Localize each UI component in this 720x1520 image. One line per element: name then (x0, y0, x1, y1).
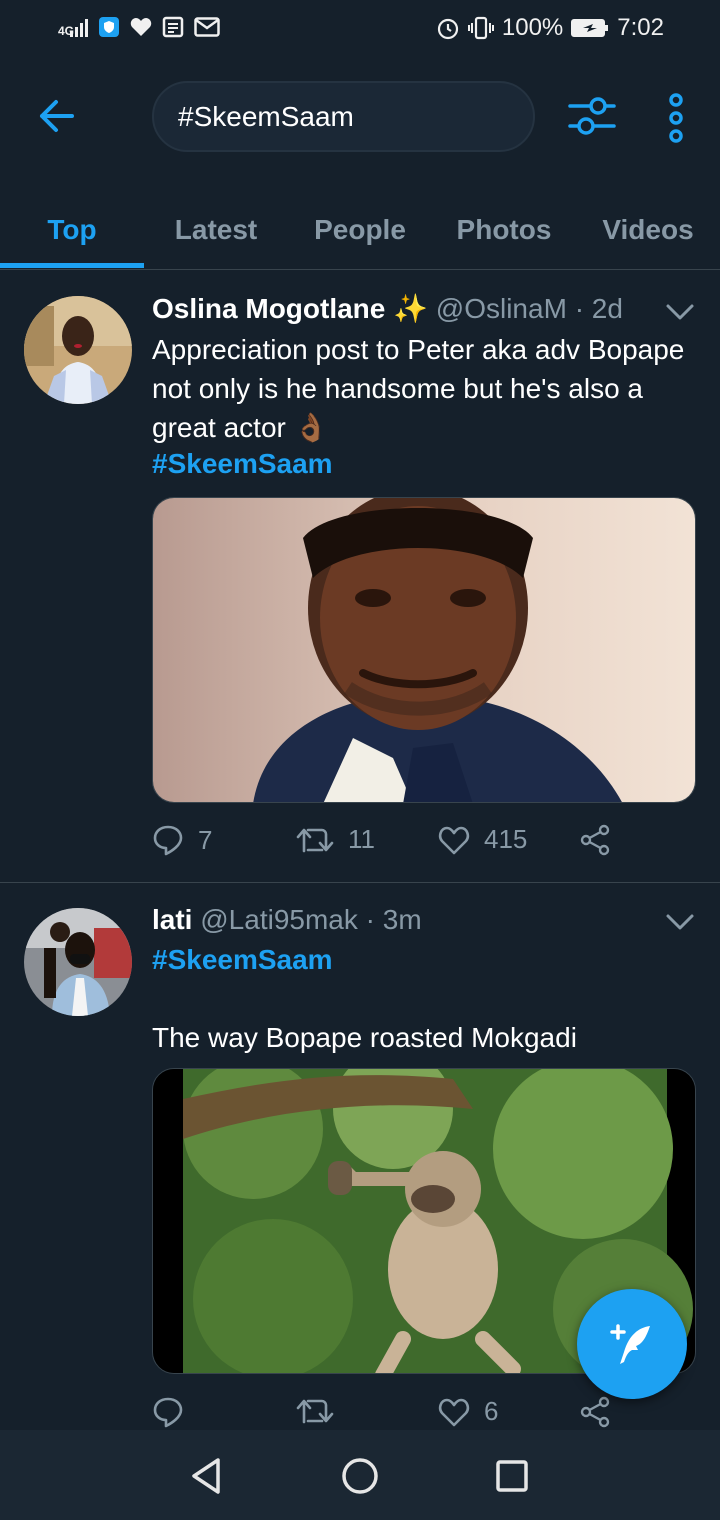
hashtag-link[interactable]: #SkeemSaam (152, 944, 333, 976)
tab-top[interactable]: Top (0, 200, 144, 260)
tweet-header: Oslina Mogotlane ✨ @OslinaM · 2d (152, 292, 623, 325)
tweet-time: · 3m (365, 904, 422, 935)
nav-recents-button[interactable] (490, 1454, 534, 1498)
like-count: 415 (484, 824, 528, 854)
status-bar: 4G 100% 7:02 (0, 0, 720, 62)
share-icon (580, 1396, 610, 1428)
signal-indicator: 4G (58, 17, 88, 37)
clock: 7:02 (617, 14, 664, 41)
search-input[interactable] (178, 100, 498, 133)
battery-icon (571, 19, 609, 37)
tweet-text: The way Bopape roasted Mokgadi (152, 1022, 577, 1053)
chevron-down-icon (666, 304, 694, 320)
more-vertical-icon (669, 93, 683, 143)
more-options-button[interactable] (660, 92, 692, 144)
retweet-icon (296, 1399, 334, 1424)
alarm-icon (437, 18, 458, 40)
system-navigation-bar (0, 1430, 720, 1520)
nav-back-button[interactable] (186, 1454, 230, 1498)
portrait-photo (153, 498, 695, 802)
heart-icon (438, 1398, 470, 1426)
tab-people[interactable]: People (288, 200, 432, 260)
square-recents-icon (496, 1460, 528, 1492)
retweet-count: 11 (348, 824, 375, 854)
search-tabs: Top Latest People Photos Videos (0, 190, 720, 270)
tweet-menu-button[interactable] (664, 910, 696, 934)
avatar-image (24, 908, 132, 1016)
avatar[interactable] (24, 296, 132, 404)
reply-button[interactable]: 7 (152, 824, 212, 856)
back-button[interactable] (32, 92, 80, 140)
back-arrow-icon (40, 100, 74, 132)
retweet-button[interactable]: 11 (296, 824, 375, 855)
reply-button[interactable] (152, 1396, 198, 1428)
active-tab-indicator (0, 263, 144, 268)
reply-count: 7 (198, 824, 213, 855)
tab-latest[interactable]: Latest (144, 200, 288, 260)
filter-sliders-icon (568, 97, 616, 135)
search-field[interactable] (152, 81, 535, 152)
tweet-image[interactable] (152, 497, 696, 803)
reply-icon (153, 825, 183, 856)
circle-home-icon (342, 1458, 378, 1494)
tweet-text: Appreciation post to Peter aka adv Bopap… (152, 334, 685, 443)
like-button[interactable]: 415 (438, 824, 527, 855)
share-button[interactable] (580, 1396, 612, 1428)
tweet-header: lati @Lati95mak · 3m (152, 904, 422, 936)
nav-home-button[interactable] (338, 1454, 382, 1498)
mail-icon (194, 17, 220, 37)
tweet-actions: 7 11 415 (152, 824, 692, 864)
tweet-card[interactable]: Oslina Mogotlane ✨ @OslinaM · 2d Appreci… (0, 272, 720, 882)
share-icon (580, 824, 610, 856)
avatar-image (24, 296, 132, 404)
heart-icon (438, 826, 470, 854)
tab-photos[interactable]: Photos (432, 200, 576, 260)
share-button[interactable] (580, 824, 612, 856)
compose-tweet-button[interactable] (577, 1289, 687, 1399)
author-name[interactable]: lati (152, 904, 192, 935)
search-filter-button[interactable] (566, 92, 618, 140)
tweet-time: · 2d (574, 293, 623, 324)
vibrate-icon (467, 16, 494, 40)
avatar[interactable] (24, 908, 132, 1016)
tweet-divider (0, 882, 720, 883)
status-icons-left: 4G (58, 16, 220, 38)
status-icons-right: 100% 7:02 (436, 14, 664, 42)
reply-icon (153, 1397, 183, 1428)
hashtag-link[interactable]: #SkeemSaam (152, 448, 333, 480)
news-icon (162, 16, 184, 38)
tab-videos[interactable]: Videos (576, 200, 720, 260)
retweet-icon (296, 828, 334, 852)
signal-bars-icon (70, 17, 88, 37)
author-handle: @Lati95mak (200, 904, 358, 935)
like-count: 6 (484, 1396, 499, 1426)
compose-feather-icon (610, 1324, 650, 1364)
chevron-down-icon (666, 914, 694, 930)
author-handle: @OslinaM (435, 293, 567, 324)
triangle-back-icon (192, 1458, 220, 1494)
shield-icon (99, 17, 119, 37)
search-header: Top Latest People Photos Videos (0, 62, 720, 270)
battery-percent: 100% (501, 14, 564, 41)
like-button[interactable]: 6 (438, 1396, 498, 1427)
tweet-menu-button[interactable] (664, 300, 696, 324)
retweet-button[interactable] (296, 1396, 348, 1426)
heart-status-icon (130, 18, 152, 36)
author-name[interactable]: Oslina Mogotlane ✨ (152, 293, 428, 324)
